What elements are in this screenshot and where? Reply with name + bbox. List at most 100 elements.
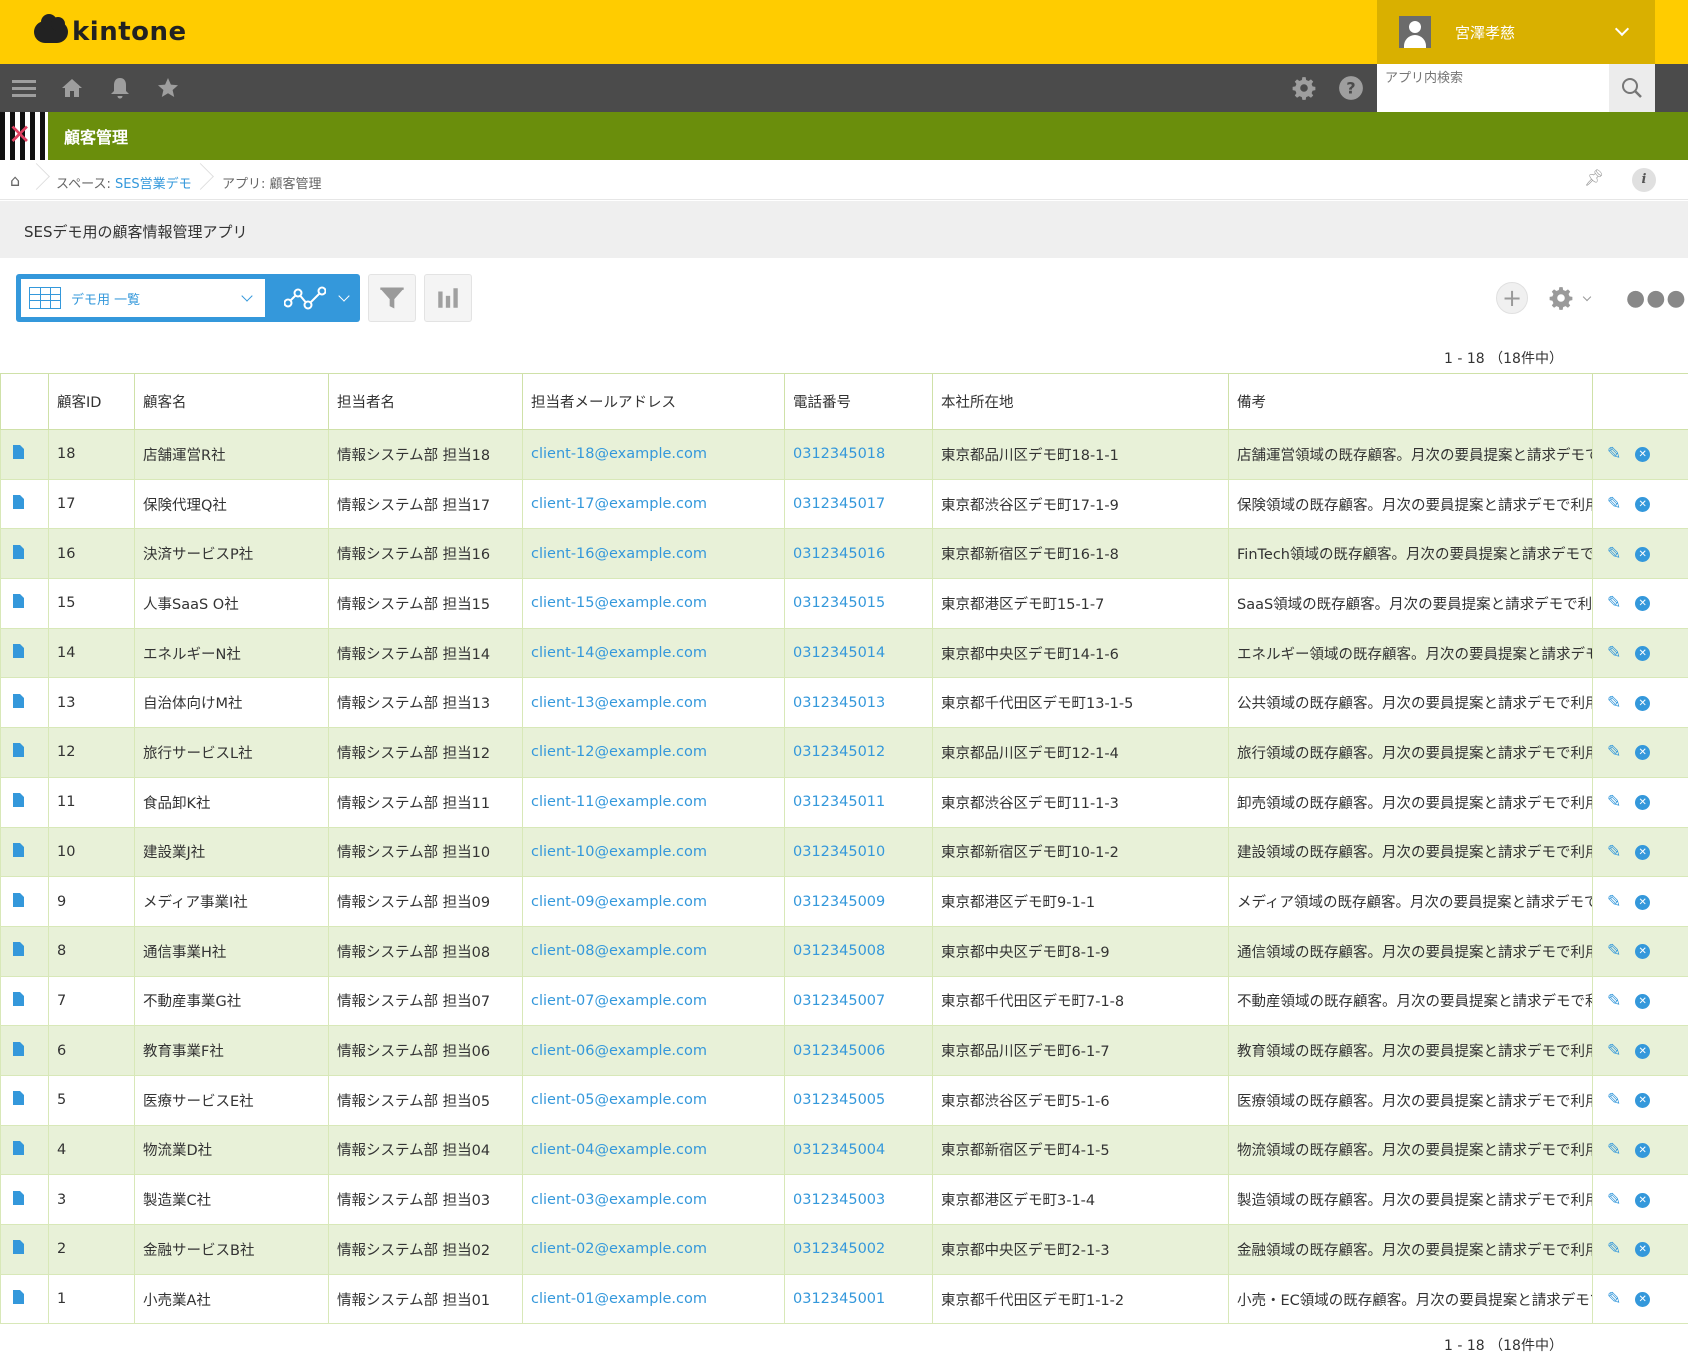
search-button[interactable] bbox=[1609, 64, 1655, 112]
record-detail-cell[interactable] bbox=[0, 578, 49, 629]
cell-email-link[interactable]: client-10@example.com bbox=[522, 826, 785, 878]
document-icon[interactable] bbox=[13, 495, 24, 510]
hamburger-icon[interactable] bbox=[8, 72, 40, 104]
cell-email-link[interactable]: client-02@example.com bbox=[522, 1224, 785, 1275]
close-circle-icon[interactable]: ✕ bbox=[1635, 1093, 1651, 1109]
record-detail-cell[interactable] bbox=[0, 1124, 49, 1176]
close-circle-icon[interactable]: ✕ bbox=[1635, 546, 1651, 562]
cell-email-link[interactable]: client-04@example.com bbox=[522, 1124, 785, 1176]
breadcrumb-home-icon[interactable]: ⌂ bbox=[10, 171, 20, 190]
cell-phone-link[interactable]: 0312345007 bbox=[784, 975, 933, 1027]
cell-phone-link[interactable]: 0312345010 bbox=[784, 826, 933, 878]
close-circle-icon[interactable]: ✕ bbox=[1635, 447, 1651, 463]
cell-email-link[interactable]: client-18@example.com bbox=[522, 429, 785, 480]
record-detail-cell[interactable] bbox=[0, 876, 49, 927]
record-detail-cell[interactable] bbox=[0, 528, 49, 580]
pencil-icon[interactable]: ✎ bbox=[1607, 991, 1621, 1011]
column-header[interactable]: 本社所在地 bbox=[932, 373, 1229, 430]
pencil-icon[interactable]: ✎ bbox=[1607, 792, 1621, 812]
document-icon[interactable] bbox=[13, 445, 24, 460]
cell-phone-link[interactable]: 0312345005 bbox=[784, 1074, 933, 1126]
cell-email-link[interactable]: client-06@example.com bbox=[522, 1025, 785, 1076]
close-circle-icon[interactable]: ✕ bbox=[1635, 695, 1651, 711]
document-icon[interactable] bbox=[13, 942, 24, 957]
graph-dropdown-button[interactable] bbox=[271, 274, 360, 322]
record-detail-cell[interactable] bbox=[0, 1224, 49, 1275]
close-circle-icon[interactable]: ✕ bbox=[1635, 944, 1651, 960]
close-circle-icon[interactable]: ✕ bbox=[1635, 795, 1651, 811]
pencil-icon[interactable]: ✎ bbox=[1607, 693, 1621, 713]
document-icon[interactable] bbox=[13, 1190, 24, 1205]
graph-button[interactable] bbox=[424, 274, 472, 322]
cell-phone-link[interactable]: 0312345002 bbox=[784, 1224, 933, 1275]
cell-email-link[interactable]: client-16@example.com bbox=[522, 528, 785, 580]
column-header[interactable]: 備考 bbox=[1228, 373, 1593, 430]
close-circle-icon[interactable]: ✕ bbox=[1635, 596, 1651, 612]
record-detail-cell[interactable] bbox=[0, 727, 49, 778]
pencil-icon[interactable]: ✎ bbox=[1607, 1190, 1621, 1210]
close-circle-icon[interactable]: ✕ bbox=[1635, 1043, 1651, 1059]
pencil-icon[interactable]: ✎ bbox=[1607, 742, 1621, 762]
breadcrumb-space-link[interactable]: SES営業デモ bbox=[115, 177, 192, 192]
cell-phone-link[interactable]: 0312345018 bbox=[784, 429, 933, 480]
record-detail-cell[interactable] bbox=[0, 627, 49, 679]
document-icon[interactable] bbox=[13, 544, 24, 559]
cell-email-link[interactable]: client-07@example.com bbox=[522, 975, 785, 1027]
cell-email-link[interactable]: client-08@example.com bbox=[522, 925, 785, 977]
close-circle-icon[interactable]: ✕ bbox=[1635, 844, 1651, 860]
pencil-icon[interactable]: ✎ bbox=[1607, 643, 1621, 663]
close-circle-icon[interactable]: ✕ bbox=[1635, 894, 1651, 910]
cell-phone-link[interactable]: 0312345012 bbox=[784, 727, 933, 778]
pencil-icon[interactable]: ✎ bbox=[1607, 1090, 1621, 1110]
cell-phone-link[interactable]: 0312345014 bbox=[784, 627, 933, 679]
cell-phone-link[interactable]: 0312345011 bbox=[784, 776, 933, 828]
record-detail-cell[interactable] bbox=[0, 826, 49, 878]
app-settings-button[interactable] bbox=[1548, 282, 1592, 314]
record-detail-cell[interactable] bbox=[0, 1025, 49, 1076]
cell-phone-link[interactable]: 0312345008 bbox=[784, 925, 933, 977]
document-icon[interactable] bbox=[13, 594, 24, 609]
record-detail-cell[interactable] bbox=[0, 429, 49, 480]
more-options-button[interactable]: ●●● bbox=[1626, 282, 1687, 314]
cell-phone-link[interactable]: 0312345016 bbox=[784, 528, 933, 580]
document-icon[interactable] bbox=[13, 644, 24, 659]
cell-phone-link[interactable]: 0312345001 bbox=[784, 1273, 933, 1325]
close-circle-icon[interactable]: ✕ bbox=[1635, 497, 1651, 513]
pencil-icon[interactable]: ✎ bbox=[1607, 941, 1621, 961]
column-header[interactable]: 担当者名 bbox=[328, 373, 523, 430]
column-header[interactable]: 顧客名 bbox=[134, 373, 329, 430]
column-header[interactable]: 電話番号 bbox=[784, 373, 933, 430]
cell-phone-link[interactable]: 0312345003 bbox=[784, 1174, 933, 1225]
cell-phone-link[interactable]: 0312345013 bbox=[784, 677, 933, 729]
bell-icon[interactable] bbox=[104, 72, 136, 104]
record-detail-cell[interactable] bbox=[0, 776, 49, 828]
record-detail-cell[interactable] bbox=[0, 1273, 49, 1325]
document-icon[interactable] bbox=[13, 842, 24, 857]
app-name[interactable]: 顧客管理 bbox=[64, 124, 128, 148]
home-icon[interactable] bbox=[56, 72, 88, 104]
pencil-icon[interactable]: ✎ bbox=[1607, 1289, 1621, 1309]
cell-phone-link[interactable]: 0312345004 bbox=[784, 1124, 933, 1176]
document-icon[interactable] bbox=[13, 743, 24, 758]
user-menu[interactable]: 宮澤孝慈 bbox=[1377, 0, 1655, 64]
cell-email-link[interactable]: client-12@example.com bbox=[522, 727, 785, 778]
pencil-icon[interactable]: ✎ bbox=[1607, 1239, 1621, 1259]
pencil-icon[interactable]: ✎ bbox=[1607, 494, 1621, 514]
cell-email-link[interactable]: client-03@example.com bbox=[522, 1174, 785, 1225]
app-search-input[interactable] bbox=[1377, 64, 1609, 112]
document-icon[interactable] bbox=[13, 793, 24, 808]
document-icon[interactable] bbox=[13, 892, 24, 907]
record-detail-cell[interactable] bbox=[0, 478, 49, 530]
cell-phone-link[interactable]: 0312345015 bbox=[784, 578, 933, 629]
record-detail-cell[interactable] bbox=[0, 975, 49, 1027]
column-header[interactable]: 顧客ID bbox=[48, 373, 135, 430]
pin-icon[interactable]: 📌︎ bbox=[1584, 168, 1604, 187]
pencil-icon[interactable]: ✎ bbox=[1607, 593, 1621, 613]
cell-email-link[interactable]: client-09@example.com bbox=[522, 876, 785, 927]
gear-icon[interactable] bbox=[1288, 72, 1320, 104]
record-detail-cell[interactable] bbox=[0, 1174, 49, 1225]
document-icon[interactable] bbox=[13, 991, 24, 1006]
cell-email-link[interactable]: client-01@example.com bbox=[522, 1273, 785, 1325]
record-detail-cell[interactable] bbox=[0, 677, 49, 729]
filter-button[interactable] bbox=[368, 274, 416, 322]
